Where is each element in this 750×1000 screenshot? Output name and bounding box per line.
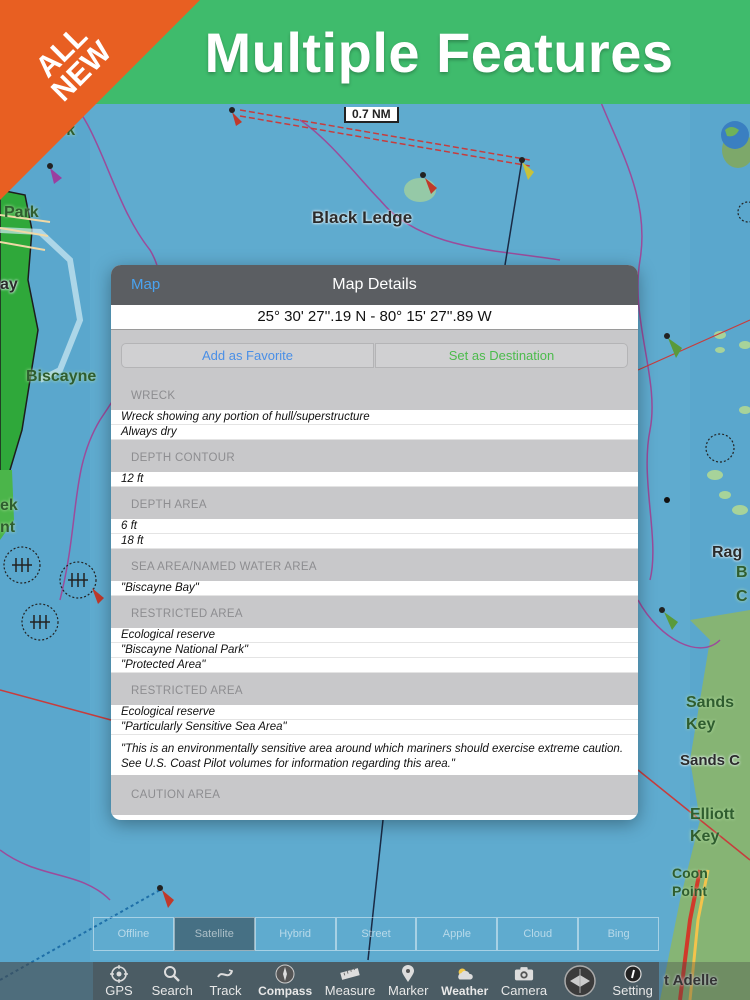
detail-row: "Protected Area" [111, 658, 638, 673]
toolbar-marker-button[interactable]: Marker [388, 965, 428, 998]
toolbar-measure-label: Measure [324, 983, 376, 998]
action-bar: Add as Favorite Set as Destination [111, 330, 638, 380]
weather-icon [455, 965, 475, 983]
map-label-b: B [736, 564, 748, 581]
section-header-restricted-area: RESTRICTED AREA [111, 596, 638, 628]
detail-row: Ecological reserve [111, 705, 638, 720]
detail-note: "This is an environmentally sensitive ar… [111, 735, 638, 775]
detail-row: 12 ft [111, 472, 638, 487]
app-logo-icon [562, 965, 598, 997]
section-header-depth-contour: DEPTH CONTOUR [111, 440, 638, 472]
detail-row: 18 ft [111, 534, 638, 549]
segment-apple[interactable]: Apple [416, 917, 498, 951]
ruler-icon [340, 965, 360, 983]
segment-satellite[interactable]: Satellite [173, 917, 255, 951]
toolbar-setting-label: Setting [612, 983, 653, 998]
detail-row: "Particularly Sensitive Sea Area" [111, 720, 638, 735]
map-label-c: C [736, 588, 748, 605]
toolbar-track-label: Track [209, 983, 242, 998]
map-label-sands-key: Sands Key [686, 694, 735, 733]
map-label-rag: Rag [712, 544, 743, 561]
map-label-ek: ek [0, 497, 18, 514]
marker-icon [398, 965, 418, 983]
camera-icon [514, 965, 534, 983]
toolbar-gps-label: GPS [105, 983, 133, 998]
map-type-segmented-control: Offline Satellite Hybrid Street Apple Cl… [93, 917, 660, 951]
segment-hybrid[interactable]: Hybrid [254, 917, 336, 951]
section-header-restricted-area-2: RESTRICTED AREA [111, 673, 638, 705]
map-label-park: Park [4, 204, 39, 221]
section-header-depth-area: DEPTH AREA [111, 487, 638, 519]
detail-row: 6 ft [111, 519, 638, 534]
popover-title: Map Details [332, 276, 417, 293]
detail-row: "Biscayne National Park" [111, 643, 638, 658]
map-label-biscayne: Biscayne [26, 368, 97, 385]
map-label-elliott-key: Elliott Key [690, 806, 735, 845]
segment-offline[interactable]: Offline [93, 917, 174, 951]
toolbar-setting-button[interactable]: Setting [612, 965, 653, 998]
segment-cloud[interactable]: Cloud [497, 917, 579, 951]
compass-icon [275, 964, 295, 984]
track-icon [215, 965, 235, 983]
back-to-map-button[interactable]: Map [131, 276, 160, 293]
map-label-sands: Sands C [680, 752, 741, 769]
toolbar-camera-label: Camera [500, 983, 548, 998]
section-header-sea-area: SEA AREA/NAMED WATER AREA [111, 549, 638, 581]
map-details-popover: Map Map Details 25° 30' 27''.19 N - 80° … [111, 265, 638, 820]
map-label-ay: ay [0, 276, 18, 293]
toolbar-backdrop-right [659, 962, 750, 1000]
banner-title: Multiple Features [204, 20, 674, 84]
map-label-black-ledge: Black Ledge [312, 208, 413, 227]
coordinates-readout: 25° 30' 27''.19 N - 80° 15' 27''.89 W [111, 305, 638, 330]
detail-row: Always dry [111, 425, 638, 440]
section-header-caution-area: CAUTION AREA [111, 775, 638, 815]
popover-header: Map Map Details [111, 265, 638, 305]
scale-indicator: 0.7 NM [344, 107, 399, 123]
search-icon [162, 965, 182, 983]
bottom-toolbar: GPS Search Track Compass Measure Marker [93, 962, 659, 1000]
toolbar-search-label: Search [151, 983, 193, 998]
settings-icon [623, 965, 643, 983]
toolbar-measure-button[interactable]: Measure [324, 965, 376, 998]
detail-row: Ecological reserve [111, 628, 638, 643]
toolbar-compass-button[interactable]: Compass [258, 964, 313, 998]
toolbar-app-logo-button[interactable] [560, 965, 600, 998]
toolbar-compass-label: Compass [258, 984, 313, 998]
toolbar-backdrop-left [0, 962, 93, 1000]
gps-icon [109, 965, 129, 983]
map-label-coon-point: Coon Point [672, 865, 708, 899]
toolbar-camera-button[interactable]: Camera [501, 965, 547, 998]
segment-street[interactable]: Street [335, 917, 417, 951]
map-label-nt: nt [0, 519, 16, 536]
toolbar-search-button[interactable]: Search [152, 965, 193, 998]
segment-bing[interactable]: Bing [578, 917, 660, 951]
detail-row: "Biscayne Bay" [111, 581, 638, 596]
toolbar-gps-button[interactable]: GPS [99, 965, 139, 998]
toolbar-marker-label: Marker [388, 983, 429, 998]
set-destination-button[interactable]: Set as Destination [375, 342, 628, 368]
detail-row: Wreck showing any portion of hull/supers… [111, 410, 638, 425]
toolbar-track-button[interactable]: Track [205, 965, 245, 998]
add-favorite-button[interactable]: Add as Favorite [121, 342, 374, 368]
section-header-wreck: WRECK [111, 380, 638, 410]
toolbar-weather-label: Weather [441, 984, 489, 998]
toolbar-weather-button[interactable]: Weather [441, 965, 488, 998]
